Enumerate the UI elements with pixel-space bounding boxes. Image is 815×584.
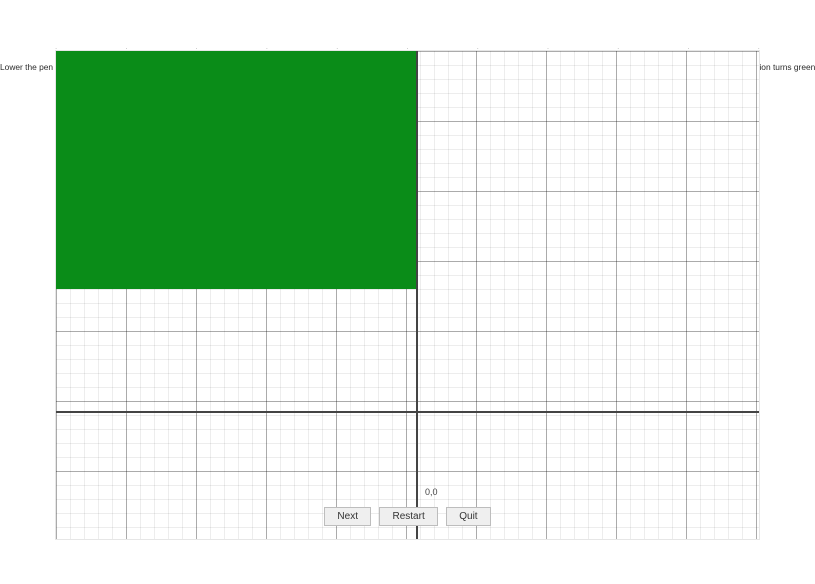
origin-label: 0,0 <box>425 487 438 497</box>
highlighted-quadrant[interactable] <box>56 51 416 289</box>
test-canvas[interactable] <box>55 50 760 540</box>
axis-horizontal <box>56 411 759 413</box>
axis-top-ticks: ..... ...... <box>55 42 760 50</box>
button-row: Next Restart Quit <box>0 507 815 526</box>
quit-button[interactable]: Quit <box>446 507 490 526</box>
axis-vertical <box>416 51 418 539</box>
restart-button[interactable]: Restart <box>379 507 437 526</box>
next-button[interactable]: Next <box>324 507 371 526</box>
